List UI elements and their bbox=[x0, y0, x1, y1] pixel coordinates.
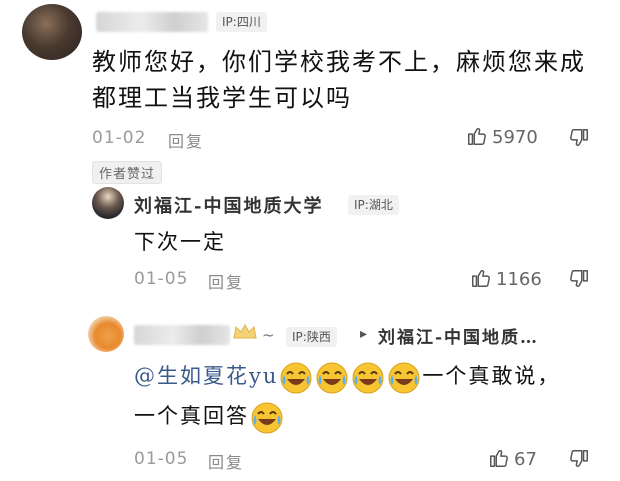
reply-text: 下次一定 bbox=[134, 230, 226, 254]
reply-date: 01-05 bbox=[134, 269, 189, 289]
thumbs-up-icon[interactable] bbox=[470, 267, 492, 293]
thumbs-up-icon[interactable] bbox=[466, 125, 488, 151]
name-suffix: ~ bbox=[262, 326, 275, 344]
comment-date: 01-02 bbox=[92, 128, 147, 148]
laughing-crying-emoji-icon bbox=[280, 362, 312, 393]
thumbs-down-icon[interactable] bbox=[568, 448, 590, 474]
laughing-crying-emoji-icon bbox=[316, 362, 348, 393]
reply-author-name[interactable]: 刘福江-中国地质大学 bbox=[134, 192, 323, 218]
ip-location-badge: IP:四川 bbox=[216, 12, 267, 32]
mention-link[interactable]: @生如夏花yu bbox=[134, 364, 278, 388]
reply-user-avatar[interactable] bbox=[88, 316, 124, 352]
laughing-crying-emoji-icon bbox=[352, 362, 384, 393]
like-count: 67 bbox=[514, 449, 537, 470]
reply-button[interactable]: 回复 bbox=[168, 128, 204, 152]
like-count: 5970 bbox=[492, 127, 538, 148]
like-count: 1166 bbox=[496, 269, 542, 290]
reply-author-avatar[interactable] bbox=[92, 187, 124, 219]
reply-text-fragment: 一个真敢说， bbox=[422, 364, 561, 388]
comment-text-line-1: 教师您好，你们学校我考不上，麻烦您来成 bbox=[92, 48, 586, 76]
reply-text-fragment: 一个真回答 bbox=[134, 404, 249, 428]
commenter-avatar[interactable] bbox=[22, 4, 82, 60]
thumbs-down-icon[interactable] bbox=[568, 127, 590, 153]
thumbs-up-icon[interactable] bbox=[488, 447, 510, 473]
reply-to-user[interactable]: 刘福江-中国地质… bbox=[378, 323, 539, 348]
emoji-group bbox=[278, 362, 422, 393]
reply-to-arrow-icon: ▸ bbox=[360, 326, 368, 342]
commenter-name-blurred[interactable] bbox=[96, 12, 208, 32]
reply-button[interactable]: 回复 bbox=[208, 449, 244, 473]
author-liked-badge: 作者赞过 bbox=[92, 161, 163, 184]
ip-location-badge: IP:陕西 bbox=[286, 327, 337, 347]
reply-text-line-1: @生如夏花yu 一个真敢说， bbox=[134, 360, 604, 395]
crown-icon bbox=[232, 322, 258, 346]
reply-text-line-2: 一个真回答 bbox=[134, 400, 285, 435]
ip-location-badge: IP:湖北 bbox=[348, 195, 399, 215]
laughing-crying-emoji-icon bbox=[251, 402, 283, 433]
comment-text-line-2: 都理工当我学生可以吗 bbox=[92, 84, 352, 112]
comment-text: 教师您好，你们学校我考不上，麻烦您来成 都理工当我学生可以吗 bbox=[92, 44, 612, 116]
laughing-crying-emoji-icon bbox=[388, 362, 420, 393]
reply-user-name-blurred[interactable] bbox=[134, 325, 230, 345]
thumbs-down-icon[interactable] bbox=[568, 268, 590, 294]
reply-date: 01-05 bbox=[134, 449, 189, 469]
reply-button[interactable]: 回复 bbox=[208, 269, 244, 293]
